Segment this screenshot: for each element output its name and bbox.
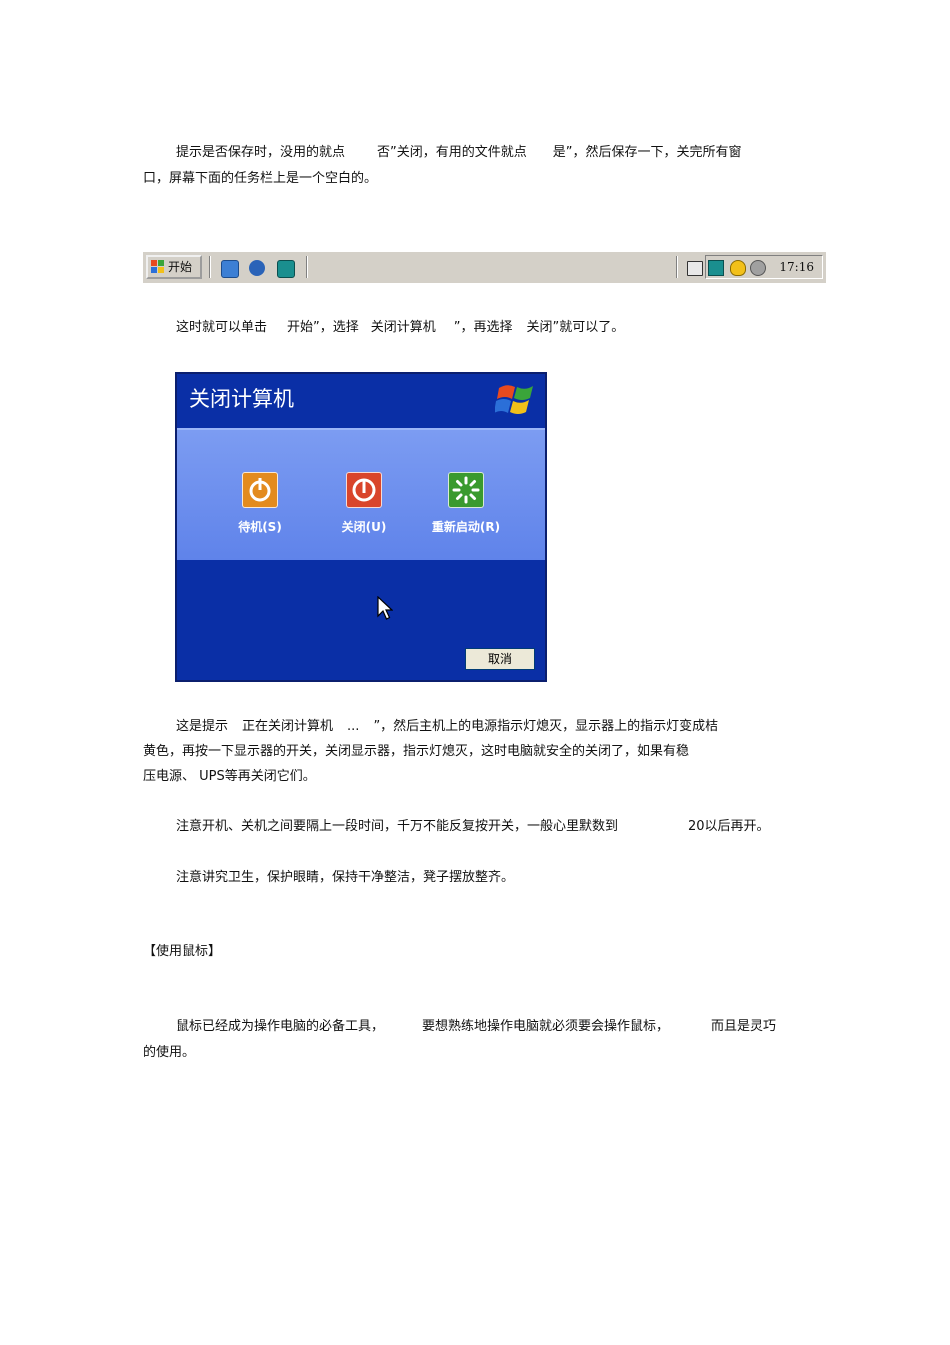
shutdown-label: 关闭(U) [341,520,387,534]
paragraph-save-prompt-line2: 口，屏幕下面的任务栏上是一个空白的。 [143,171,378,186]
cancel-button[interactable]: 取消 [465,648,535,670]
windows-flag-icon [151,260,164,273]
text-segment: ”，再选择 [453,320,513,335]
windows-logo-icon [495,385,533,414]
restart-icon [448,472,484,508]
paragraph-shutting-down-line3: 压电源、 UPS等再关闭它们。 [143,769,316,784]
clock[interactable]: 17:16 [779,258,814,276]
taskbar-separator [209,256,211,278]
text-segment: 20以后再开。 [688,819,770,834]
start-button[interactable]: 开始 [146,255,202,279]
text-segment: 而且是灵巧 [711,1019,777,1034]
text-segment: 是”，然后保存一下，关完所有窗 [552,145,742,160]
network-icon[interactable] [277,260,295,278]
text-segment: 否”关闭，有用的文件就点 [377,145,527,160]
text-segment: 开始”，选择 [287,320,359,335]
restart-label: 重新启动(R) [431,520,501,534]
text-segment: 正在关闭计算机 [242,719,334,734]
standby-icon [242,472,278,508]
text-segment: 要想熟练地操作电脑就必须要会操作鼠标， [422,1019,670,1034]
taskbar: 开始 17:16 [143,251,826,283]
paragraph-hygiene: 注意讲究卫生，保护眼睛，保持干净整洁，凳子摆放整齐。 [176,870,515,885]
shutdown-dialog: 关闭计算机 待机(S) 关闭(U) 重新启动(R) 取消 [175,372,547,682]
text-segment: 鼠标已经成为操作电脑的必备工具， [176,1019,385,1034]
paragraph-shutting-down: 这是提示 正在关闭计算机... ”，然后主机上的电源指示灯熄灭，显示器上的指示灯变成… [143,714,718,739]
shutdown-option[interactable]: 关闭(U) [319,472,409,535]
section-heading-mouse: 【使用鼠标】 [143,944,222,959]
text-segment: ... [347,719,360,734]
text-segment: 注意开机、关机之间要隔上一段时间，千万不能反复按开关，一般心里默数到 [176,819,619,834]
text-segment: 这是提示 [176,719,229,734]
paragraph-save-prompt: 提示是否保存时，没用的就点 否”关闭，有用的文件就点 是”，然后保存一下，关完所有窗 [143,140,742,165]
paragraph-mouse-intro: 鼠标已经成为操作电脑的必备工具， 要想熟练地操作电脑就必须要会操作鼠标， 而且是灵巧 [143,1014,776,1039]
power-off-icon [346,472,382,508]
paragraph-power-interval: 注意开机、关机之间要隔上一段时间，千万不能反复按开关，一般心里默数到 20以后再开… [143,814,770,839]
media-icon[interactable] [249,260,265,276]
paragraph-mouse-intro-line2: 的使用。 [143,1045,196,1060]
system-tray: 17:16 [705,255,823,279]
text-segment: 提示是否保存时，没用的就点 [176,145,346,160]
dialog-title: 关闭计算机 [189,387,294,411]
text-segment: ”，然后主机上的电源指示灯熄灭，显示器上的指示灯变成桔 [373,719,719,734]
dialog-options-panel: 待机(S) 关闭(U) 重新启动(R) [177,428,545,620]
security-icon[interactable] [750,260,766,276]
network-tray-icon[interactable] [708,260,724,276]
restart-option[interactable]: 重新启动(R) [421,472,511,535]
text-segment: 这时就可以单击 [176,320,268,335]
paragraph-click-start: 这时就可以单击 开始”，选择 关闭计算机 ”，再选择 关闭”就可以了。 [143,315,624,340]
text-segment: 关闭计算机 [370,320,436,335]
standby-option[interactable]: 待机(S) [215,472,305,535]
taskbar-separator [306,256,308,278]
standby-label: 待机(S) [238,520,282,534]
keyboard-icon[interactable] [687,261,703,276]
ie-icon[interactable] [221,260,239,278]
paragraph-shutting-down-line2: 黄色，再按一下显示器的开关，关闭显示器，指示灯熄灭，这时电脑就安全的关闭了，如果… [143,744,690,759]
taskbar-separator [676,256,678,278]
shield-icon[interactable] [730,260,746,276]
start-label: 开始 [168,260,193,274]
text-segment: 关闭”就可以了。 [526,320,625,335]
mouse-cursor-icon [377,596,393,620]
